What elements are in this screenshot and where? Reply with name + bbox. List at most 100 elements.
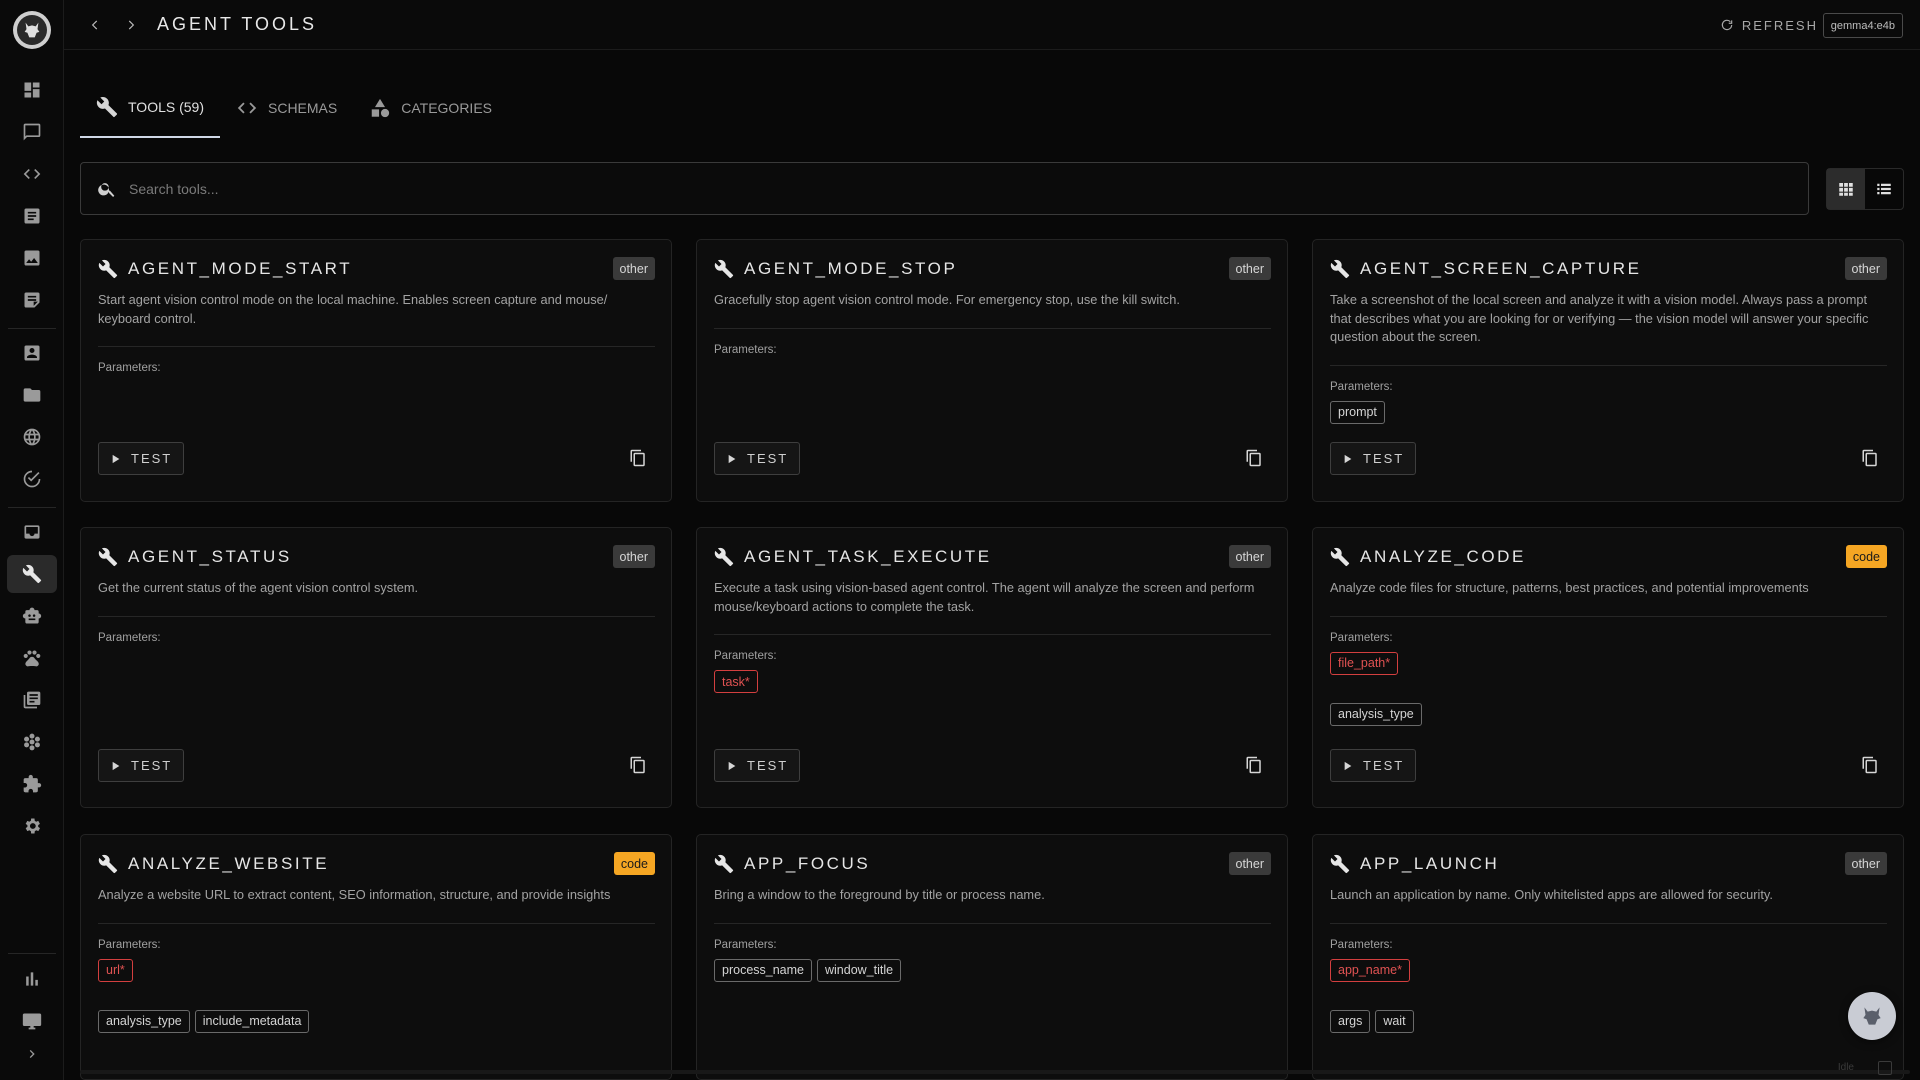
parameter-chip[interactable]: task* [714, 670, 758, 693]
tool-card[interactable]: AGENT_STATUS other Get the current statu… [80, 527, 672, 808]
chat-icon [23, 123, 41, 141]
parameter-chip[interactable]: wait [1375, 1009, 1414, 1033]
tool-description: Take a screenshot of the local screen an… [1330, 292, 1869, 344]
sidebar-expand-button[interactable] [7, 1036, 57, 1072]
tool-card[interactable]: APP_LAUNCH other Launch an application b… [1312, 834, 1904, 1080]
parameters-label: Parameters: [714, 343, 777, 356]
play-icon [1344, 761, 1352, 770]
parameter-chip[interactable]: process_name [714, 958, 812, 982]
image-icon [24, 250, 40, 266]
copy-icon [630, 449, 645, 467]
tool-card[interactable]: ANALYZE_WEBSITE code Analyze a website U… [80, 834, 672, 1080]
copy-button[interactable] [627, 447, 649, 469]
grid-view-button[interactable] [1827, 169, 1865, 209]
grid-icon [1839, 183, 1853, 196]
parameter-chip[interactable]: analysis_type [98, 1009, 190, 1033]
copy-button[interactable] [1243, 447, 1265, 469]
tab-tools[interactable]: TOOLS (59) [80, 78, 220, 138]
list-view-button[interactable] [1865, 169, 1903, 209]
test-button[interactable]: TEST [98, 749, 184, 782]
sidebar-item-code[interactable] [7, 155, 57, 193]
category-badge: other [1228, 852, 1271, 875]
wrench-icon [22, 564, 42, 584]
parameter-chip[interactable]: file_path* [1330, 651, 1399, 675]
view-toggle [1826, 168, 1904, 210]
contacts-icon [24, 345, 40, 361]
sidebar-item-tools[interactable] [7, 555, 57, 593]
wrench-icon [96, 97, 118, 118]
parameter-list: process_name window_title [714, 958, 1274, 982]
sidebar-item-notes[interactable] [7, 281, 57, 319]
puzzle-icon [23, 774, 42, 793]
sidebar-item-images[interactable] [7, 239, 57, 277]
copy-button[interactable] [1859, 754, 1881, 776]
test-button[interactable]: TEST [714, 749, 800, 782]
test-button[interactable]: TEST [1330, 749, 1416, 782]
search-input[interactable] [129, 180, 1729, 197]
parameter-chip[interactable]: prompt [1330, 400, 1385, 424]
category-badge: code [1845, 545, 1887, 568]
sidebar-item-dashboard[interactable] [7, 71, 57, 109]
back-button[interactable] [84, 14, 106, 36]
forward-button[interactable] [120, 14, 142, 36]
tool-description: Analyze a website URL to extract content… [98, 887, 611, 902]
copy-button[interactable] [1859, 447, 1881, 469]
wolf-logo-icon [17, 15, 47, 45]
tool-card[interactable]: AGENT_TASK_EXECUTE other Execute a task … [696, 527, 1288, 808]
tool-card-header: AGENT_TASK_EXECUTE [714, 547, 992, 567]
wrench-icon [1330, 547, 1350, 567]
model-badge[interactable]: gemma4:e4b [1822, 13, 1903, 38]
sidebar-item-integrations[interactable] [7, 723, 57, 761]
sidebar-item-pets[interactable] [7, 639, 57, 677]
parameter-chip[interactable]: include_metadata [194, 1009, 310, 1033]
assistant-fab-button[interactable] [1848, 992, 1896, 1040]
search-icon [98, 182, 115, 197]
parameter-chip[interactable]: analysis_type [1330, 702, 1422, 726]
test-button[interactable]: TEST [1330, 442, 1416, 475]
copy-button[interactable] [627, 754, 649, 776]
code-icon [237, 102, 257, 114]
bar-chart-icon [26, 972, 38, 986]
tool-card[interactable]: AGENT_SCREEN_CAPTURE other Take a screen… [1312, 239, 1904, 502]
tool-card[interactable]: AGENT_MODE_STOP other Gracefully stop ag… [696, 239, 1288, 502]
tool-description: Launch an application by name. Only whit… [1330, 887, 1773, 902]
refresh-button[interactable]: REFRESH [1720, 13, 1818, 37]
app-logo[interactable] [13, 11, 51, 49]
sidebar-item-analytics[interactable] [7, 960, 57, 998]
tool-name: AGENT_MODE_START [128, 259, 353, 278]
parameter-chip[interactable]: app_name* [1330, 958, 1410, 982]
tool-card[interactable]: AGENT_MODE_START other Start agent visio… [80, 239, 672, 502]
test-label: TEST [747, 451, 789, 466]
parameter-list: app_name*args wait [1330, 958, 1890, 1033]
sidebar-item-agents[interactable] [7, 597, 57, 635]
sidebar-item-chat[interactable] [7, 113, 57, 151]
tab-categories[interactable]: CATEGORIES [353, 78, 508, 138]
parameter-chip[interactable]: window_title [817, 958, 902, 982]
sidebar-item-contacts[interactable] [7, 334, 57, 372]
test-button[interactable]: TEST [714, 442, 800, 475]
copy-button[interactable] [1243, 754, 1265, 776]
tab-schemas[interactable]: SCHEMAS [220, 78, 353, 138]
tool-card[interactable]: ANALYZE_CODE code Analyze code files for… [1312, 527, 1904, 808]
test-button[interactable]: TEST [98, 442, 184, 475]
parameter-chip[interactable]: args [1330, 1009, 1371, 1033]
sidebar-item-tasks[interactable] [7, 460, 57, 498]
sidebar-item-plugins[interactable] [7, 765, 57, 803]
sidebar-item-inbox[interactable] [7, 513, 57, 551]
sidebar-item-library[interactable] [7, 681, 57, 719]
horizontal-scrollbar[interactable] [80, 1070, 1910, 1074]
tool-name: AGENT_TASK_EXECUTE [744, 547, 992, 566]
play-icon [1344, 454, 1352, 463]
sidebar-item-documents[interactable] [7, 197, 57, 235]
sidebar-item-web[interactable] [7, 418, 57, 456]
test-label: TEST [131, 758, 173, 773]
tool-card[interactable]: APP_FOCUS other Bring a window to the fo… [696, 834, 1288, 1080]
tool-card-header: ANALYZE_CODE [1330, 547, 1526, 567]
sidebar-item-files[interactable] [7, 376, 57, 414]
divider [714, 634, 1271, 635]
sidebar-item-settings[interactable] [7, 807, 57, 845]
divider [1330, 922, 1887, 924]
topbar: AGENT TOOLS REFRESH gemma4:e4b [64, 0, 1920, 50]
sidebar-item-display[interactable] [7, 1002, 57, 1040]
parameter-chip[interactable]: url* [98, 958, 133, 982]
